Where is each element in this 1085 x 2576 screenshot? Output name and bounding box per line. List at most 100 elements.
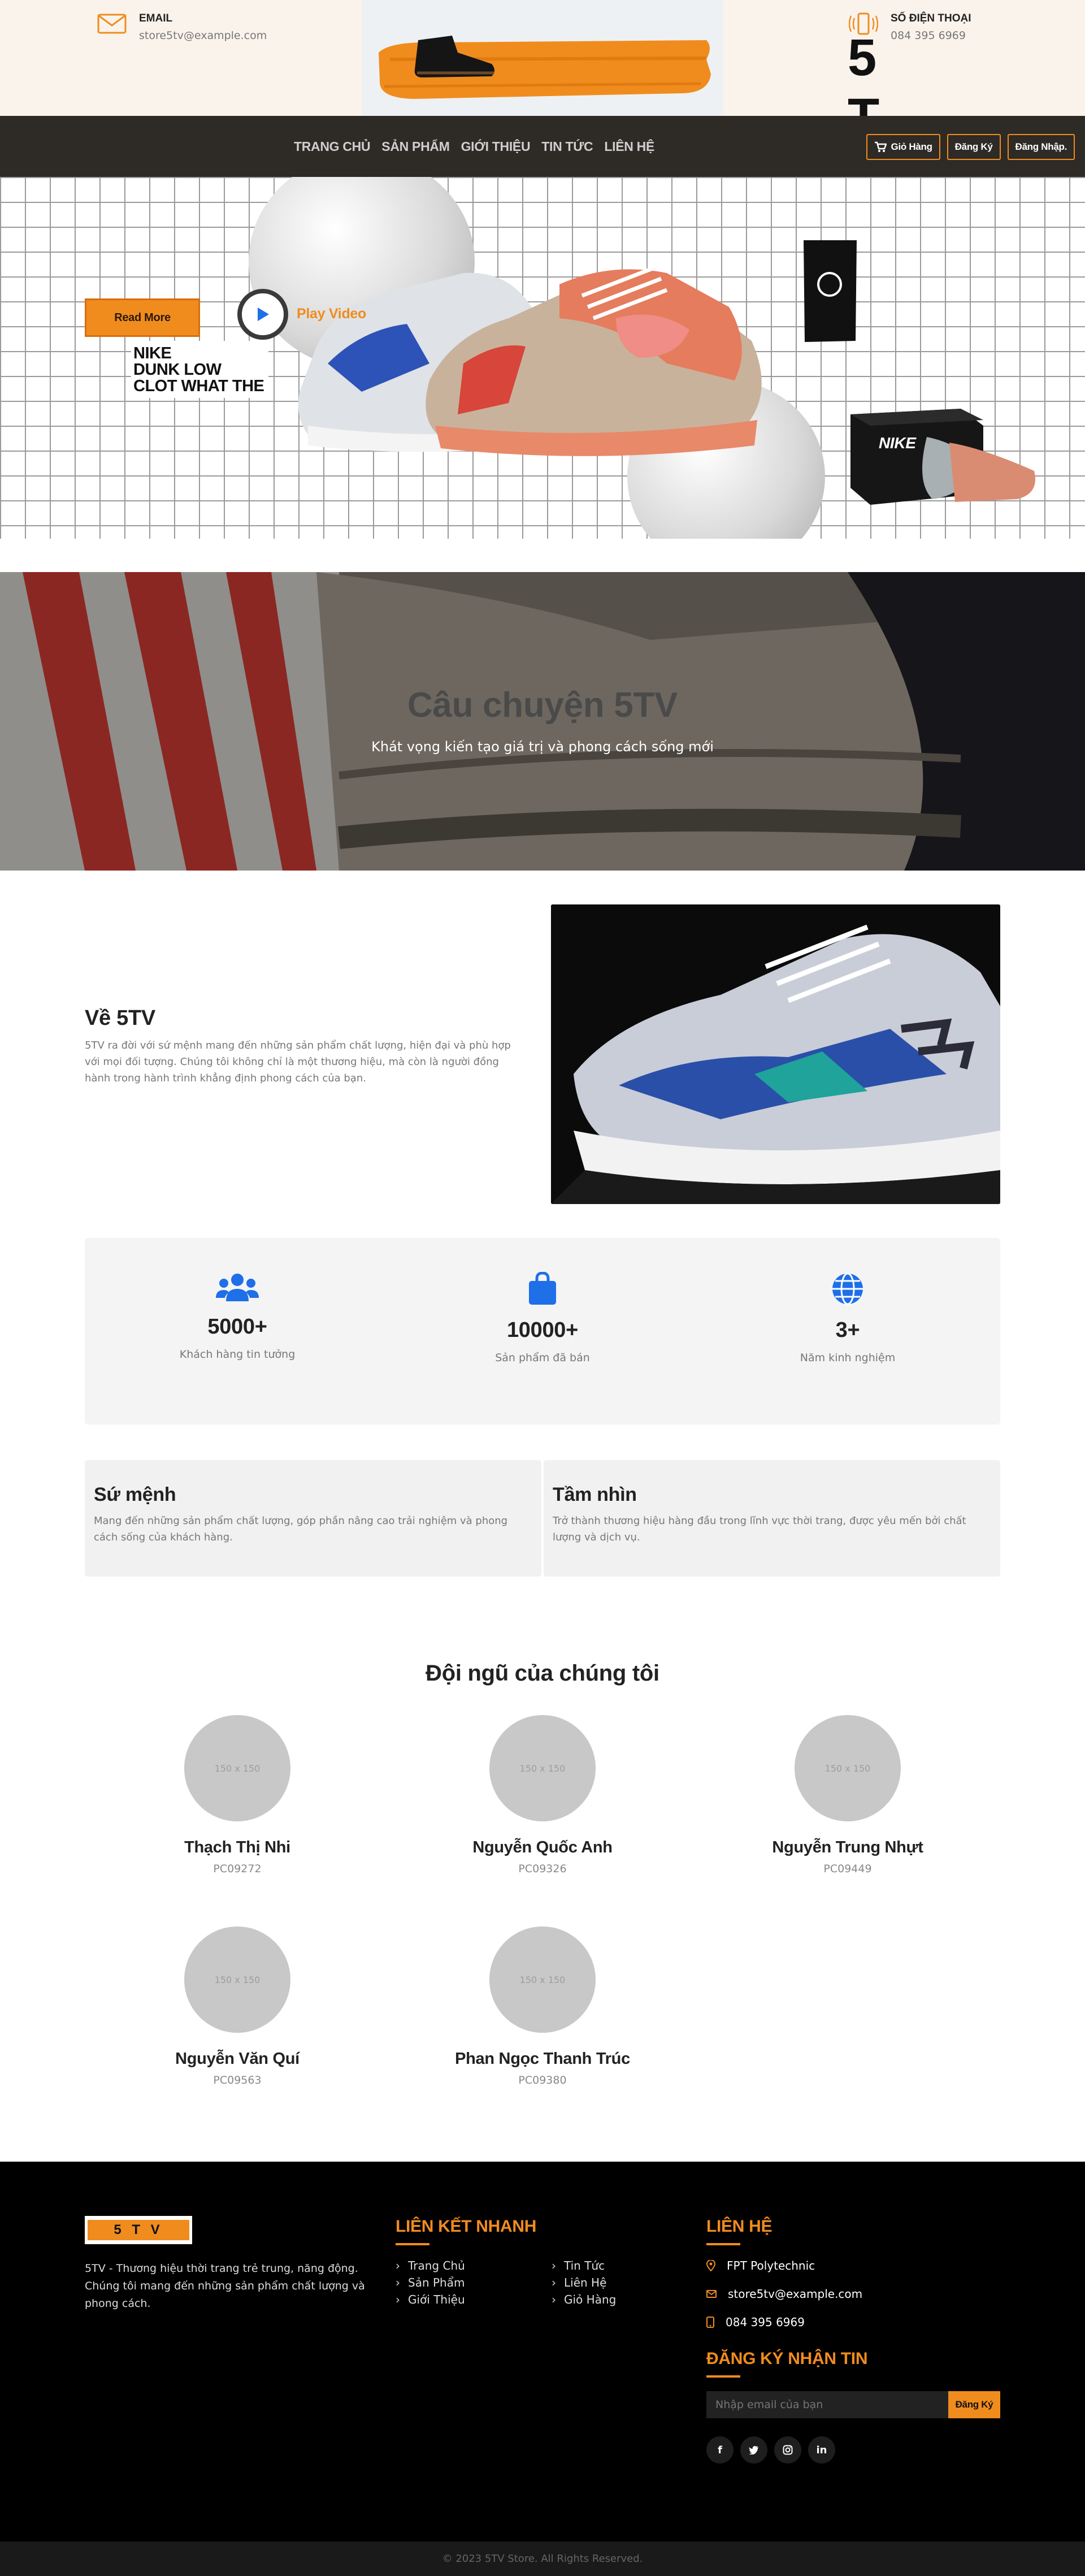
nav-link-news[interactable]: TIN TỨC: [541, 139, 593, 154]
vision-title: Tầm nhìn: [553, 1484, 637, 1505]
chevron-right-icon: ›: [552, 2259, 556, 2272]
team-member: 150 x 150 Nguyễn Quốc Anh PC09326: [424, 1715, 661, 1875]
newsletter-title: ĐĂNG KÝ NHẬN TIN: [706, 2349, 868, 2368]
main-navbar: TRANG CHỦ SẢN PHẨM GIỚI THIỆU TIN TỨC LI…: [0, 116, 1085, 177]
footer-link-about[interactable]: › Giới Thiệu: [396, 2293, 465, 2306]
email-contact: EMAIL store5tv@example.com: [96, 12, 267, 42]
footer-email[interactable]: store5tv@example.com: [706, 2287, 862, 2301]
member-id: PC09380: [518, 2074, 567, 2086]
about-text: 5TV ra đời với sứ mệnh mang đến những sả…: [85, 1040, 511, 1084]
nav-link-contact[interactable]: LIÊN HỆ: [604, 139, 654, 154]
footer-link-label: Giới Thiệu: [408, 2293, 465, 2306]
register-button[interactable]: Đăng Ký: [947, 134, 1001, 160]
footer-description: 5TV - Thương hiệu thời trang trẻ trung, …: [85, 2262, 365, 2310]
hero-caption-line-1: NIKE: [133, 344, 172, 362]
hero-banner: NIKE Read More NIKE DUNK LOW CLOT WHAT T…: [0, 177, 1085, 539]
nav-link-home[interactable]: TRANG CHỦ: [294, 139, 371, 154]
phone-vibrate-icon: [848, 12, 879, 35]
twitter-bird-glyph: [749, 2445, 758, 2454]
footer-phone[interactable]: 084 395 6969: [706, 2315, 805, 2329]
play-video-button[interactable]: [237, 289, 288, 340]
cart-button[interactable]: Giỏ Hàng: [866, 134, 940, 160]
vision-card: Tầm nhìn Trở thành thương hiệu hàng đầu …: [544, 1460, 1000, 1577]
instagram-glyph: [783, 2445, 793, 2455]
footer-link-news[interactable]: › Tin Tức: [552, 2259, 605, 2272]
hero-caption: NIKE DUNK LOW CLOT WHAT THE: [131, 341, 269, 398]
footer-link-contact[interactable]: › Liên Hệ: [552, 2276, 606, 2289]
stat-number: 5000+: [207, 1315, 267, 1339]
play-icon: [258, 308, 269, 321]
quick-links-title: LIÊN KẾT NHANH: [396, 2217, 537, 2236]
team-member: 150 x 150 Nguyễn Trung Nhựt PC09449: [729, 1715, 966, 1875]
nav-link-about[interactable]: GIỚI THIỆU: [461, 139, 531, 154]
footer-link-home[interactable]: › Trang Chủ: [396, 2259, 465, 2272]
member-id: PC09563: [213, 2074, 262, 2086]
logo-graphic: [379, 35, 711, 99]
footer-link-label: Sản Phẩm: [408, 2276, 465, 2289]
newsletter-subscribe-button[interactable]: Đăng Ký: [948, 2391, 1000, 2418]
member-name: Thạch Thị Nhi: [184, 1838, 290, 1856]
mission-title: Sứ mệnh: [94, 1484, 176, 1505]
newsletter-underline: [706, 2375, 740, 2378]
email-value[interactable]: store5tv@example.com: [139, 29, 267, 42]
avatar: 150 x 150: [184, 1926, 290, 2033]
hero-caption-line-2: DUNK LOW: [133, 361, 222, 379]
contact-underline: [706, 2243, 740, 2245]
stat-products-sold: 10000+ Sản phẩm đã bán: [458, 1271, 627, 1364]
linkedin-icon[interactable]: in: [808, 2436, 835, 2464]
member-name: Nguyễn Văn Quí: [175, 2050, 300, 2068]
nav-links: TRANG CHỦ SẢN PHẨM GIỚI THIỆU TIN TỨC LI…: [294, 116, 654, 177]
facebook-icon[interactable]: f: [706, 2436, 734, 2464]
footer-logo-bar: 5 T V: [88, 2220, 189, 2240]
stat-experience: 3+ Năm kinh nghiệm: [763, 1272, 932, 1364]
footer-logo-text: 5 T V: [114, 2222, 163, 2237]
shopping-bag-icon: [529, 1271, 556, 1305]
mission-card: Sứ mệnh Mang đến những sản phẩm chất lượ…: [85, 1460, 541, 1577]
team-member: 150 x 150 Nguyễn Văn Quí PC09563: [119, 1926, 356, 2086]
nav-actions: Giỏ Hàng Đăng Ký Đăng Nhập.: [866, 134, 1075, 160]
footer-link-products[interactable]: › Sản Phẩm: [396, 2276, 465, 2289]
nav-link-products[interactable]: SẢN PHẨM: [381, 139, 450, 154]
envelope-icon: [706, 2290, 717, 2298]
footer-link-label: Tin Tức: [564, 2259, 605, 2272]
instagram-icon[interactable]: [774, 2436, 801, 2464]
footer-link-label: Trang Chủ: [408, 2259, 465, 2272]
register-label: Đăng Ký: [954, 141, 993, 152]
footer-address: FPT Polytechnic: [706, 2259, 815, 2272]
member-id: PC09272: [213, 1863, 262, 1875]
phone-value[interactable]: 084 395 6969: [891, 29, 971, 42]
team-title: Đội ngũ của chúng tôi: [426, 1661, 659, 1686]
team-member: 150 x 150 Phan Ngọc Thanh Trúc PC09380: [424, 1926, 661, 2086]
quick-links-underline: [396, 2243, 429, 2245]
avatar: 150 x 150: [184, 1715, 290, 1821]
cart-icon: [874, 141, 887, 152]
footer-logo[interactable]: 5 T V: [85, 2216, 192, 2244]
login-button[interactable]: Đăng Nhập.: [1007, 134, 1075, 160]
phone-label: SỐ ĐIỆN THOẠI: [891, 12, 971, 24]
chevron-right-icon: ›: [396, 2259, 400, 2272]
map-pin-icon: [706, 2260, 715, 2271]
story-title: Câu chuyện 5TV: [407, 686, 678, 725]
twitter-icon[interactable]: [740, 2436, 767, 2464]
footer-phone-text: 084 395 6969: [726, 2315, 805, 2329]
play-video-label[interactable]: Play Video: [297, 306, 366, 322]
login-label: Đăng Nhập.: [1015, 141, 1067, 152]
envelope-icon: [96, 12, 128, 35]
contact-title: LIÊN HỆ: [706, 2217, 772, 2236]
read-more-button[interactable]: Read More: [85, 298, 200, 337]
copyright-bar: © 2023 5TV Store. All Rights Reserved.: [0, 2542, 1085, 2576]
site-logo[interactable]: 5 T V: [362, 0, 882, 205]
stat-label: Sản phẩm đã bán: [495, 1352, 590, 1364]
story-subtitle: Khát vọng kiến tạo giá trị và phong cách…: [371, 739, 714, 755]
avatar: 150 x 150: [795, 1715, 901, 1821]
stat-number: 10000+: [506, 1318, 579, 1342]
footer-link-label: Liên Hệ: [564, 2276, 607, 2289]
email-label: EMAIL: [139, 12, 173, 24]
mission-text: Mang đến những sản phẩm chất lượng, góp …: [94, 1515, 508, 1543]
stat-number: 3+: [835, 1318, 860, 1342]
newsletter-email-input[interactable]: [706, 2391, 948, 2418]
footer-link-cart[interactable]: › Giỏ Hàng: [552, 2293, 616, 2306]
phone-contact: SỐ ĐIỆN THOẠI 084 395 6969: [848, 12, 971, 42]
users-icon: [216, 1274, 259, 1301]
hero-caption-line-3: CLOT WHAT THE: [133, 377, 264, 395]
